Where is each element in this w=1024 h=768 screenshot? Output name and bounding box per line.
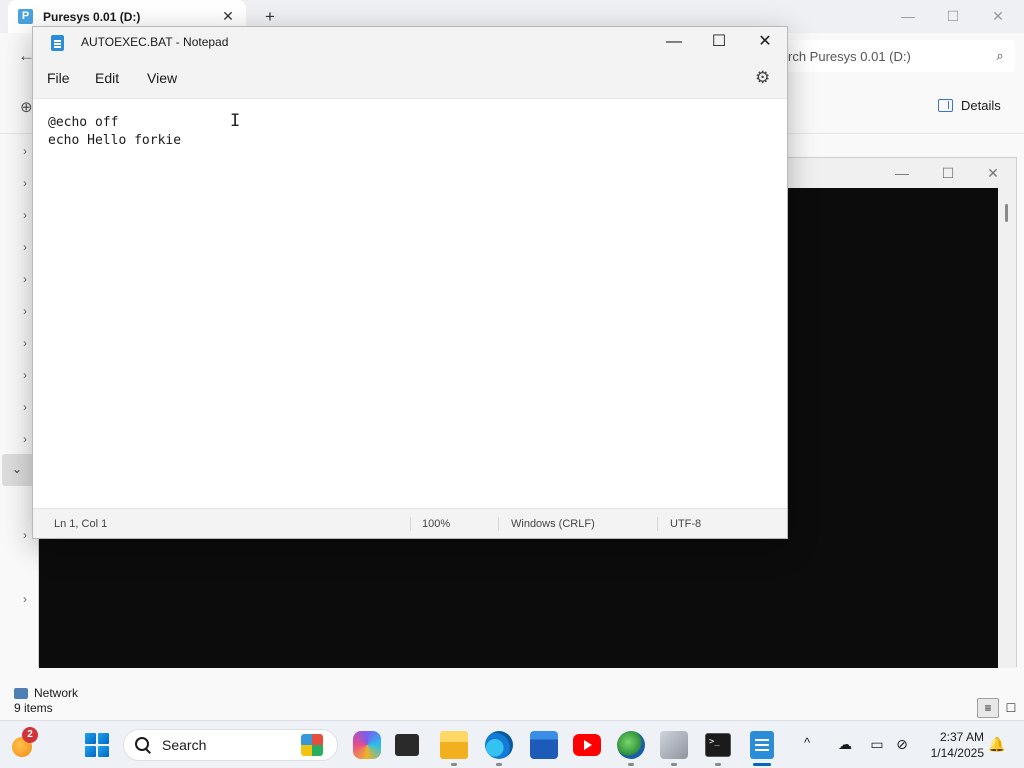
notepad-titlebar: AUTOEXEC.BAT - Notepad — ☐ ✕ <box>33 27 787 59</box>
menu-file[interactable]: File <box>47 70 70 86</box>
line-ending: Windows (CRLF) <box>511 518 595 530</box>
status-divider <box>498 517 499 531</box>
task-view-icon[interactable] <box>395 734 419 756</box>
notepad-taskbar-icon[interactable] <box>750 731 774 759</box>
notepad-app-icon <box>51 35 64 51</box>
cloud-sync-icon[interactable]: ☁ <box>836 735 854 753</box>
tray-overflow-chevron-icon[interactable]: ^ <box>804 735 810 750</box>
scrollbar-thumb[interactable] <box>1005 204 1008 222</box>
notification-bell-icon[interactable]: 🔔 <box>988 735 1006 753</box>
chevron-down-icon[interactable]: ⌄ <box>10 462 24 476</box>
window-title: AUTOEXEC.BAT - Notepad <box>81 35 229 49</box>
maximize-button[interactable]: ☐ <box>696 27 742 57</box>
chevron-right-icon[interactable]: › <box>18 368 32 382</box>
windows-logo-icon <box>85 733 96 744</box>
tab-title: Puresys 0.01 (D:) <box>43 9 141 24</box>
status-divider <box>657 517 658 531</box>
chevron-right-icon[interactable]: › <box>18 144 32 158</box>
globe-app-icon[interactable] <box>617 731 645 759</box>
encoding: UTF-8 <box>670 518 702 530</box>
taskbar: 2 Search ^ ☁ ▭ ⊘ 2:37 AM 1/14/2025 🔔 <box>0 720 1024 768</box>
taskbar-search[interactable]: Search <box>123 729 338 761</box>
console-maximize-button[interactable]: ☐ <box>925 162 971 184</box>
search-icon[interactable]: ⌕ <box>985 48 1015 64</box>
menu-edit[interactable]: Edit <box>95 70 119 86</box>
status-bar: Ln 1, Col 1 100% Windows (CRLF) UTF-8 <box>33 508 787 538</box>
active-app-indicator <box>753 763 771 766</box>
search-label: Search <box>162 737 207 753</box>
display-icon[interactable]: ▭ <box>868 735 886 753</box>
chevron-right-icon[interactable]: › <box>18 336 32 350</box>
chevron-right-icon[interactable]: › <box>18 528 32 542</box>
chevron-right-icon[interactable]: › <box>18 272 32 286</box>
network-icon <box>14 687 28 699</box>
navigation-pane: › › › › › › › › › › ⌄ › › <box>0 136 34 696</box>
details-pane-button[interactable]: Details <box>938 98 1001 113</box>
clock[interactable]: 2:37 AM 1/14/2025 <box>922 729 984 761</box>
chevron-right-icon[interactable]: › <box>18 176 32 190</box>
search-icon <box>134 736 152 754</box>
copilot-icon[interactable] <box>353 731 381 759</box>
microsoft-store-icon[interactable] <box>530 731 558 759</box>
network-label: Network <box>34 686 79 700</box>
running-indicator <box>715 763 721 766</box>
console-scrollbar[interactable] <box>998 188 1016 668</box>
notepad-window: AUTOEXEC.BAT - Notepad — ☐ ✕ File Edit V… <box>32 26 788 539</box>
details-view-icon[interactable]: ≡ <box>977 698 999 718</box>
details-label: Details <box>961 98 1001 113</box>
chevron-right-icon[interactable]: › <box>18 400 32 414</box>
new-tab-button[interactable]: + <box>258 6 282 28</box>
console-close-button[interactable]: ✕ <box>970 162 1016 184</box>
tab-close-icon[interactable]: ✕ <box>216 8 240 25</box>
editor-line: @echo off <box>48 115 119 130</box>
close-button[interactable]: ✕ <box>742 27 788 57</box>
running-indicator <box>628 763 634 766</box>
text-editor[interactable]: @echo off echo Hello forkie <box>33 99 787 507</box>
settings-gear-icon[interactable]: ⚙ <box>755 68 770 88</box>
weather-widget[interactable]: 2 <box>10 727 38 757</box>
chevron-right-icon[interactable]: › <box>18 592 32 606</box>
menu-view[interactable]: View <box>147 70 177 86</box>
chevron-right-icon[interactable]: › <box>18 304 32 318</box>
running-indicator <box>496 763 502 766</box>
editor-line: echo Hello forkie <box>48 133 182 148</box>
console-minimize-button[interactable]: — <box>879 162 925 184</box>
explorer-minimize-button[interactable]: — <box>886 5 930 27</box>
terminal-icon[interactable] <box>705 733 731 757</box>
notification-badge: 2 <box>22 727 38 743</box>
new-item-icon[interactable]: ⊕ <box>20 98 33 116</box>
status-divider <box>410 517 411 531</box>
chevron-right-icon[interactable]: › <box>18 432 32 446</box>
zoom-level: 100% <box>422 518 451 530</box>
clock-time: 2:37 AM <box>939 730 984 744</box>
chevron-right-icon[interactable]: › <box>18 240 32 254</box>
running-indicator <box>451 763 457 766</box>
file-explorer-icon[interactable] <box>440 731 468 759</box>
item-count-status: 9 items <box>14 701 53 715</box>
nav-item-network[interactable]: Network <box>14 686 78 700</box>
edge-browser-icon[interactable] <box>485 731 513 759</box>
text-cursor-icon: I <box>230 111 241 131</box>
details-pane-icon <box>938 99 953 112</box>
chevron-right-icon[interactable]: › <box>18 208 32 222</box>
minimize-button[interactable]: — <box>651 27 697 57</box>
explorer-search-input[interactable]: rch Puresys 0.01 (D:) ⌕ <box>760 40 1015 72</box>
tiles-view-icon[interactable]: ☐ <box>1001 698 1021 718</box>
running-indicator <box>671 763 677 766</box>
volume-muted-icon[interactable]: ⊘ <box>893 735 911 753</box>
utility-app-icon[interactable] <box>660 731 688 759</box>
start-button[interactable] <box>85 733 109 757</box>
search-placeholder: rch Puresys 0.01 (D:) <box>788 48 911 64</box>
explorer-maximize-button[interactable]: ☐ <box>931 5 975 27</box>
clock-date: 1/14/2025 <box>930 746 984 760</box>
menu-bar: File Edit View ⚙ <box>33 59 787 99</box>
search-highlight-icon <box>301 734 323 756</box>
youtube-icon[interactable] <box>573 734 601 756</box>
explorer-close-button[interactable]: ✕ <box>976 5 1020 27</box>
cursor-position: Ln 1, Col 1 <box>54 518 108 530</box>
drive-app-icon: P <box>18 9 33 24</box>
